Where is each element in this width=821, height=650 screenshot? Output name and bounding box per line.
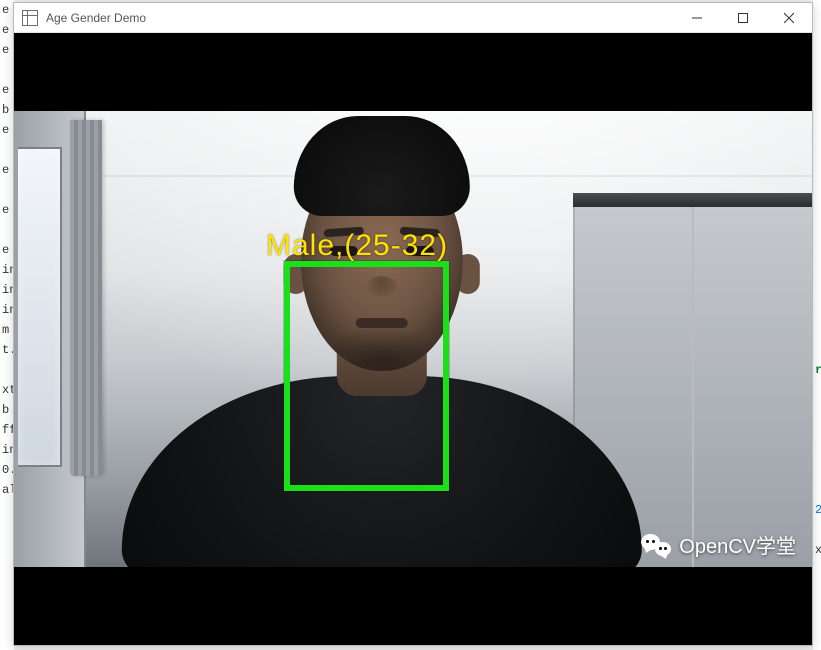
- titlebar[interactable]: Age Gender Demo: [14, 3, 812, 33]
- video-frame: Male,(25-32): [14, 111, 812, 567]
- detection-label: Male,(25-32): [266, 229, 448, 263]
- watermark: OpenCV学堂: [641, 530, 796, 559]
- video-area: Male,(25-32) OpenCV学堂: [14, 33, 812, 645]
- close-button[interactable]: [766, 3, 812, 33]
- background-left-strip: eee ebe e e eininin mt. xt bffin0. al: [0, 0, 14, 650]
- watermark-text: OpenCV学堂: [679, 530, 796, 559]
- maximize-button[interactable]: [720, 3, 766, 33]
- maximize-icon: [738, 13, 748, 23]
- background-right-strip: r 2 x: [813, 0, 821, 650]
- minimize-icon: [692, 13, 702, 23]
- face-bounding-box: [284, 261, 449, 491]
- window-title: Age Gender Demo: [46, 11, 146, 25]
- app-window: Age Gender Demo: [13, 2, 813, 646]
- app-icon: [22, 10, 38, 26]
- wechat-icon: [641, 532, 671, 558]
- close-icon: [784, 13, 794, 23]
- minimize-button[interactable]: [674, 3, 720, 33]
